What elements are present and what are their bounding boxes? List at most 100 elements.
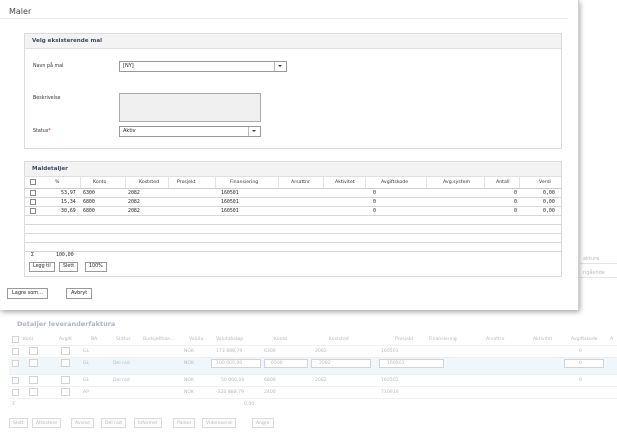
- percent-icon[interactable]: [61, 359, 70, 367]
- table-row[interactable]: AP NOK -320 888,79 2400 710910: [9, 387, 617, 399]
- bg-col-header: Aktivitet: [533, 337, 553, 342]
- table-row[interactable]: 53,97 6300 2082 160501 0 0 0,00: [25, 189, 561, 198]
- bg-col-header: Avgiftskode: [571, 337, 598, 342]
- row-checkbox[interactable]: [12, 348, 19, 355]
- col-header-avgsystem: Avg.system: [443, 180, 471, 185]
- bg-cell: 50 000,00: [221, 378, 245, 383]
- delete-button[interactable]: Slett: [9, 418, 28, 428]
- cell-finansiering: 160501: [221, 190, 239, 196]
- bg-cell: AP: [83, 390, 89, 395]
- status-label-text: Status: [33, 129, 49, 134]
- delete-row-button[interactable]: Slett: [59, 262, 79, 272]
- template-details-section: Maldetaljer % Konto Koststed Prosjekt Fi…: [24, 161, 562, 277]
- table-row[interactable]: GL Del rad NOK 100 000,00 6500 2082 1605…: [9, 358, 617, 375]
- bg-col-header: Valuta: [189, 337, 204, 342]
- section-header: Velg eksisterende mal: [25, 34, 561, 49]
- bg-cell: 6500: [271, 361, 283, 366]
- bg-cell: 710910: [381, 390, 399, 395]
- undo-button[interactable]: Angre: [252, 418, 274, 428]
- percent-icon[interactable]: [61, 347, 70, 355]
- bg-col-header: Finansiering: [429, 337, 457, 342]
- add-row-button[interactable]: Legg til: [29, 262, 55, 272]
- bg-cell: GL: [83, 378, 90, 383]
- bg-cell: 2082: [315, 349, 327, 354]
- chevron-down-icon[interactable]: [274, 62, 286, 71]
- column-divider: [215, 177, 216, 188]
- background-panel-title: Detaljer leverandørfaktura: [17, 320, 116, 328]
- person-icon[interactable]: [29, 388, 38, 396]
- inform-button[interactable]: Informer: [134, 418, 162, 428]
- column-divider: [323, 177, 324, 188]
- row-checkbox[interactable]: [30, 190, 36, 196]
- column-divider: [80, 177, 81, 188]
- cell-percent: 30,69: [61, 208, 76, 214]
- person-icon[interactable]: [29, 376, 38, 384]
- bg-cell: 2400: [264, 390, 276, 395]
- fill-100-percent-button[interactable]: 100%: [85, 262, 107, 272]
- park-button[interactable]: Parker: [173, 418, 196, 428]
- description-label: Beskrivelse: [33, 96, 61, 101]
- bg-col-header: Status: [116, 337, 131, 342]
- table-row[interactable]: GL Del rad NOK 50 000,00 6800 2082 16050…: [9, 375, 617, 387]
- bg-cell: NOK: [184, 390, 195, 395]
- bg-col-header: A: [610, 337, 614, 342]
- column-divider: [484, 177, 485, 188]
- person-icon[interactable]: [29, 347, 38, 355]
- col-header-arsattnr: Arsattnr: [291, 180, 311, 185]
- background-sum-row: Σ 0,00: [9, 399, 617, 410]
- reject-button[interactable]: Avvise: [71, 418, 94, 428]
- person-icon[interactable]: [29, 359, 38, 367]
- forward-button[interactable]: Videresend: [202, 418, 236, 428]
- description-field[interactable]: [119, 93, 261, 122]
- bg-col-header: Avg/K: [59, 337, 73, 342]
- cancel-button[interactable]: Avbryt: [66, 288, 93, 299]
- bg-cell: NOK: [184, 361, 195, 366]
- percent-icon[interactable]: [61, 388, 70, 396]
- split-row-button[interactable]: Del rad: [101, 418, 126, 428]
- bg-cell: 173 888,79: [216, 349, 243, 354]
- col-header-aktivitet: Aktivitet: [335, 180, 355, 185]
- approve-button[interactable]: Attestere: [32, 418, 62, 428]
- template-name-label: Navn på mal: [33, 64, 64, 69]
- del-rad-link[interactable]: Del rad: [113, 375, 130, 386]
- cell-koststed: 2082: [128, 208, 140, 214]
- details-table-header: % Konto Koststed Prosjekt Finansiering A…: [25, 177, 561, 189]
- template-name-select[interactable]: [NY]: [119, 61, 287, 72]
- tax-code-field[interactable]: [564, 359, 604, 368]
- select-all-checkbox[interactable]: [30, 179, 36, 185]
- row-checkbox[interactable]: [12, 377, 19, 384]
- column-divider: [125, 177, 126, 188]
- cell-avgiftskode: 0: [373, 190, 376, 196]
- bg-col-header: BA: [91, 337, 98, 342]
- sum-value: 0,00: [244, 402, 255, 407]
- row-checkbox[interactable]: [30, 208, 36, 214]
- percent-icon[interactable]: [61, 376, 70, 384]
- sum-value: 100,00: [56, 252, 74, 258]
- bg-col-header: Koststed: [329, 337, 349, 342]
- select-all-checkbox[interactable]: [12, 336, 19, 343]
- row-checkbox[interactable]: [12, 389, 19, 396]
- bg-col-header: Budsjettkon...: [143, 337, 175, 342]
- bg-cell: NOK: [184, 378, 195, 383]
- required-mark: *: [48, 129, 51, 134]
- row-checkbox[interactable]: [30, 199, 36, 205]
- save-as-button[interactable]: Lagre som...: [7, 288, 48, 299]
- bg-cell: GL: [83, 361, 90, 366]
- cell-konto: 6800: [83, 208, 95, 214]
- cell-konto: 6300: [83, 190, 95, 196]
- bg-cell: 100 000,00: [216, 361, 243, 366]
- bg-cell: 0: [579, 361, 582, 366]
- empty-row: [25, 216, 561, 225]
- row-checkbox[interactable]: [12, 360, 19, 367]
- chevron-down-icon[interactable]: [248, 127, 260, 136]
- cell-verdi: 0,00: [543, 190, 555, 196]
- cell-finansiering: 160501: [221, 208, 239, 214]
- cell-antall: 0: [514, 199, 517, 205]
- del-rad-link[interactable]: Del rad: [113, 358, 130, 369]
- empty-row: [25, 234, 561, 243]
- table-row[interactable]: 30,69 6800 2082 160501 0 0 0,00: [25, 207, 561, 216]
- table-row[interactable]: GL NOK 173 888,79 6300 2082 160501 0: [9, 346, 617, 358]
- status-select[interactable]: Aktiv: [119, 126, 261, 137]
- cell-antall: 0: [514, 208, 517, 214]
- table-row[interactable]: 15,34 6800 2082 160501 0 0 0,00: [25, 198, 561, 207]
